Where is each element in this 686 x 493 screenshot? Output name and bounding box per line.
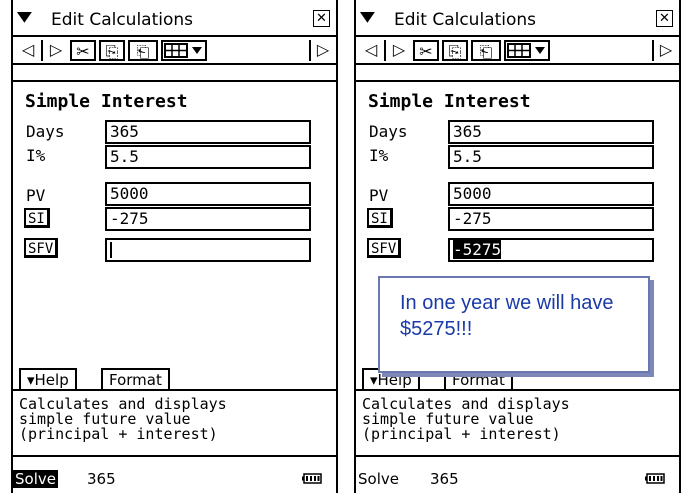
tab-format[interactable]: Format <box>101 368 170 390</box>
toolbar-divider <box>41 40 43 61</box>
toolbar-divider <box>384 40 386 61</box>
copy-icon[interactable]: ⎘ <box>442 40 468 61</box>
page-title: Simple Interest <box>368 91 531 112</box>
days-field[interactable]: 365 <box>105 120 311 144</box>
keypad-grid-icon <box>164 43 202 58</box>
status-value: 365 <box>87 470 116 488</box>
divider <box>356 80 679 82</box>
status-bar: Solve 365 <box>356 470 679 490</box>
back-icon[interactable]: ◁ <box>360 40 382 61</box>
pv-label: PV <box>369 186 389 205</box>
sfv-button[interactable]: SFV <box>24 238 59 258</box>
sfv-field[interactable]: -5275 <box>448 238 654 262</box>
paste-icon[interactable]: ⎗ <box>471 40 501 61</box>
scroll-right-icon[interactable]: ▷ <box>313 40 333 61</box>
solve-mode-indicator[interactable]: Solve <box>13 470 58 488</box>
pv-label: PV <box>26 186 46 205</box>
menu-dropdown-icon[interactable]: ▼ <box>360 9 375 25</box>
toolbar-divider <box>309 40 311 61</box>
keypad-icon[interactable] <box>504 40 550 61</box>
toolbar: ◁ ▷ ✂ ⎘ ⎗ ▷ <box>13 35 336 65</box>
help-text: Calculates and displays simple future va… <box>13 389 336 457</box>
tab-help[interactable]: ▾Help <box>19 368 77 390</box>
forward-icon[interactable]: ▷ <box>45 40 67 61</box>
toolbar: ◁ ▷ ✂ ⎘ ⎗ ▷ <box>356 35 679 65</box>
interest-field[interactable]: 5.5 <box>105 145 311 169</box>
scroll-right-icon[interactable]: ▷ <box>656 40 676 61</box>
calculator-screen-left: ▼ Edit Calculations ✕ ◁ ▷ ✂ ⎘ ⎗ ▷ Simple… <box>11 0 338 493</box>
forward-icon[interactable]: ▷ <box>388 40 410 61</box>
si-button[interactable]: SI <box>24 208 50 228</box>
keypad-icon[interactable] <box>161 40 207 61</box>
sfv-value-selected: -5275 <box>453 240 502 259</box>
menu-dropdown-icon[interactable]: ▼ <box>17 9 32 25</box>
menu-bar: ▼ Edit Calculations ✕ <box>356 8 679 34</box>
sfv-field[interactable] <box>105 238 311 262</box>
battery-icon <box>302 473 322 484</box>
cut-icon[interactable]: ✂ <box>70 40 96 61</box>
toolbar-divider <box>652 40 654 61</box>
paste-icon[interactable]: ⎗ <box>128 40 158 61</box>
page-title: Simple Interest <box>25 91 188 112</box>
si-field[interactable]: -275 <box>105 207 311 231</box>
solve-mode-indicator[interactable]: Solve <box>356 470 401 488</box>
days-label: Days <box>26 122 65 141</box>
calculator-screen-right: ▼ Edit Calculations ✕ ◁ ▷ ✂ ⎘ ⎗ ▷ Simple… <box>354 0 681 493</box>
back-icon[interactable]: ◁ <box>17 40 39 61</box>
interest-field[interactable]: 5.5 <box>448 145 654 169</box>
days-label: Days <box>369 122 408 141</box>
help-text: Calculates and displays simple future va… <box>356 389 679 457</box>
pv-field[interactable]: 5000 <box>105 182 311 206</box>
cut-icon[interactable]: ✂ <box>413 40 439 61</box>
pv-field[interactable]: 5000 <box>448 182 654 206</box>
battery-icon <box>645 473 665 484</box>
sfv-button[interactable]: SFV <box>367 238 402 258</box>
annotation-callout: In one year we will have $5275!!! <box>378 276 650 373</box>
copy-icon[interactable]: ⎘ <box>99 40 125 61</box>
status-bar: Solve 365 <box>13 470 336 490</box>
si-button[interactable]: SI <box>367 208 393 228</box>
status-value: 365 <box>430 470 459 488</box>
close-icon[interactable]: ✕ <box>313 10 330 27</box>
days-field[interactable]: 365 <box>448 120 654 144</box>
divider <box>13 80 336 82</box>
menu-title[interactable]: Edit Calculations <box>51 10 193 30</box>
tab-bar: ▾Help Format <box>13 366 336 390</box>
menu-title[interactable]: Edit Calculations <box>394 10 536 30</box>
si-field[interactable]: -275 <box>448 207 654 231</box>
interest-label: I% <box>26 146 46 165</box>
keypad-grid-icon <box>507 43 545 58</box>
close-icon[interactable]: ✕ <box>656 10 673 27</box>
interest-label: I% <box>369 146 389 165</box>
menu-bar: ▼ Edit Calculations ✕ <box>13 8 336 34</box>
text-cursor <box>110 241 112 258</box>
